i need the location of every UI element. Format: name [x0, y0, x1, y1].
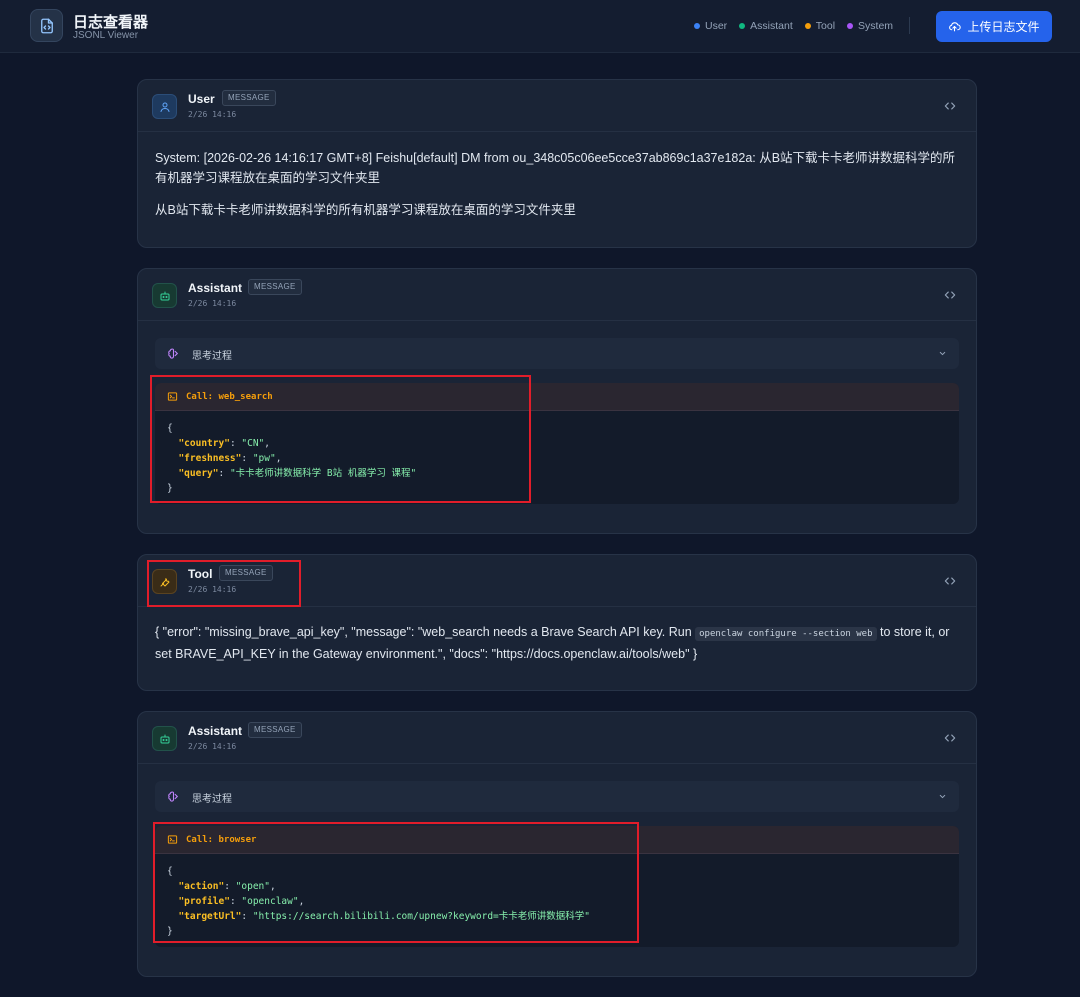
tool-call-block: Call: web_search { "country": "CN", "fre… — [155, 383, 959, 504]
tool-result-text: { "error": "missing_brave_api_key", "mes… — [155, 625, 696, 639]
user-role-icon — [152, 94, 177, 119]
user-icon — [160, 102, 169, 112]
legend-label: Tool — [815, 20, 836, 32]
json-brace: { — [167, 866, 173, 877]
brain-icon — [168, 791, 179, 802]
role-name: Assistant — [188, 281, 243, 295]
app-logo — [30, 9, 63, 42]
bot-icon — [160, 291, 169, 300]
tool-call-name: Call: browser — [186, 834, 257, 845]
tool-call-arguments: { "action": "open", "profile": "openclaw… — [167, 866, 590, 937]
json-sep: , — [298, 896, 305, 907]
message-type-badge: MESSAGE — [248, 722, 302, 738]
header-divider — [909, 17, 910, 34]
message-time: 2/26 14:16 — [188, 299, 237, 308]
message-type-badge: MESSAGE — [219, 565, 273, 581]
message-card-assistant: Assistant MESSAGE 2/26 14:16 思考过程 Call: … — [137, 711, 977, 977]
json-brace: { — [167, 423, 173, 434]
json-key: "query" — [178, 468, 219, 479]
json-value: "open" — [235, 881, 270, 892]
legend-system: System — [847, 20, 893, 32]
json-key: "profile" — [178, 896, 230, 907]
role-name: User — [188, 92, 215, 106]
bot-icon — [160, 734, 169, 743]
legend-assistant: Assistant — [739, 20, 793, 32]
message-paragraph: System: [2026-02-26 14:16:17 GMT+8] Feis… — [155, 151, 956, 185]
message-card-user: User MESSAGE 2/26 14:16 System: [2026-02… — [137, 79, 977, 248]
role-name: Assistant — [188, 724, 243, 738]
thinking-toggle[interactable]: 思考过程 — [155, 338, 959, 369]
chevron-down-icon — [939, 794, 946, 799]
tool-role-icon — [152, 569, 177, 594]
message-type-badge: MESSAGE — [222, 90, 276, 106]
thinking-label: 思考过程 — [192, 794, 232, 805]
json-brace: } — [167, 926, 173, 937]
card-header: Assistant MESSAGE 2/26 14:16 — [138, 712, 976, 764]
brain-icon — [168, 348, 179, 359]
legend-dot — [694, 23, 700, 29]
json-value: "卡卡老师讲数据科学 B站 机器学习 课程" — [229, 468, 417, 479]
legend-dot — [739, 23, 746, 29]
code-view-toggle-icon[interactable] — [943, 99, 957, 113]
json-value: "openclaw" — [241, 896, 299, 907]
json-brace: } — [167, 483, 173, 494]
json-value: "pw" — [252, 453, 276, 464]
card-header: User MESSAGE 2/26 14:16 — [138, 80, 976, 132]
json-sep: , — [275, 453, 282, 464]
role-name: Tool — [188, 567, 213, 581]
legend-dot — [804, 23, 811, 29]
json-key: "action" — [178, 881, 225, 892]
message-card-tool: Tool MESSAGE 2/26 14:16 { "error": "miss… — [137, 554, 977, 691]
tool-call-name: Call: web_search — [186, 391, 273, 402]
legend-tool: Tool — [804, 20, 836, 32]
tool-result-content: { "error": "missing_brave_api_key", "mes… — [155, 622, 961, 664]
json-key: "country" — [178, 438, 230, 449]
message-content: System: [2026-02-26 14:16:17 GMT+8] Feis… — [155, 148, 961, 220]
terminal-icon — [167, 392, 178, 401]
assistant-role-icon — [152, 726, 177, 751]
code-view-toggle-icon[interactable] — [943, 574, 957, 588]
code-view-toggle-icon[interactable] — [943, 731, 957, 745]
cloud-upload-icon — [949, 22, 962, 32]
json-key: "freshness" — [178, 453, 242, 464]
message-time: 2/26 14:16 — [188, 585, 237, 594]
tool-call-header: Call: web_search — [155, 383, 959, 411]
assistant-role-icon — [152, 283, 177, 308]
inline-code: openclaw configure --section web — [695, 627, 877, 641]
app-subtitle: JSONL Viewer — [73, 30, 139, 41]
file-code-icon — [40, 18, 53, 33]
message-time: 2/26 14:16 — [188, 110, 237, 119]
message-paragraph: 从B站下载卡卡老师讲数据科学的所有机器学习课程放在桌面的学习文件夹里 — [155, 203, 576, 217]
message-type-badge: MESSAGE — [248, 279, 302, 295]
tool-call-arguments: { "country": "CN", "freshness": "pw", "q… — [167, 423, 417, 494]
terminal-icon — [167, 835, 178, 844]
json-value: "CN" — [241, 438, 265, 449]
code-view-toggle-icon[interactable] — [943, 288, 957, 302]
upload-log-button[interactable]: 上传日志文件 — [936, 11, 1052, 42]
json-key: "targetUrl" — [178, 911, 242, 922]
card-header: Assistant MESSAGE 2/26 14:16 — [138, 269, 976, 321]
json-sep: , — [264, 438, 271, 449]
legend-dot — [847, 23, 854, 29]
app-header: 日志查看器 JSONL Viewer User Assistant Tool S… — [0, 0, 1080, 53]
tool-call-header: Call: browser — [155, 826, 959, 854]
app-title: 日志查看器 — [73, 14, 149, 31]
thinking-label: 思考过程 — [192, 351, 232, 362]
legend-label: System — [858, 20, 894, 32]
upload-label: 上传日志文件 — [967, 20, 1040, 34]
legend-label: User — [705, 20, 728, 32]
card-header: Tool MESSAGE 2/26 14:16 — [138, 555, 976, 607]
legend-label: Assistant — [750, 20, 793, 32]
message-time: 2/26 14:16 — [188, 742, 237, 751]
json-sep: , — [270, 881, 276, 892]
tool-call-block: Call: browser { "action": "open", "profi… — [155, 826, 959, 947]
role-legend: User Assistant Tool System — [694, 20, 905, 32]
json-value: "https://search.bilibili.com/upnew?keywo… — [252, 911, 590, 922]
thinking-toggle[interactable]: 思考过程 — [155, 781, 959, 812]
chevron-down-icon — [939, 351, 946, 356]
legend-user: User — [694, 20, 727, 32]
wrench-icon — [160, 577, 169, 586]
message-card-assistant: Assistant MESSAGE 2/26 14:16 思考过程 Call: … — [137, 268, 977, 534]
